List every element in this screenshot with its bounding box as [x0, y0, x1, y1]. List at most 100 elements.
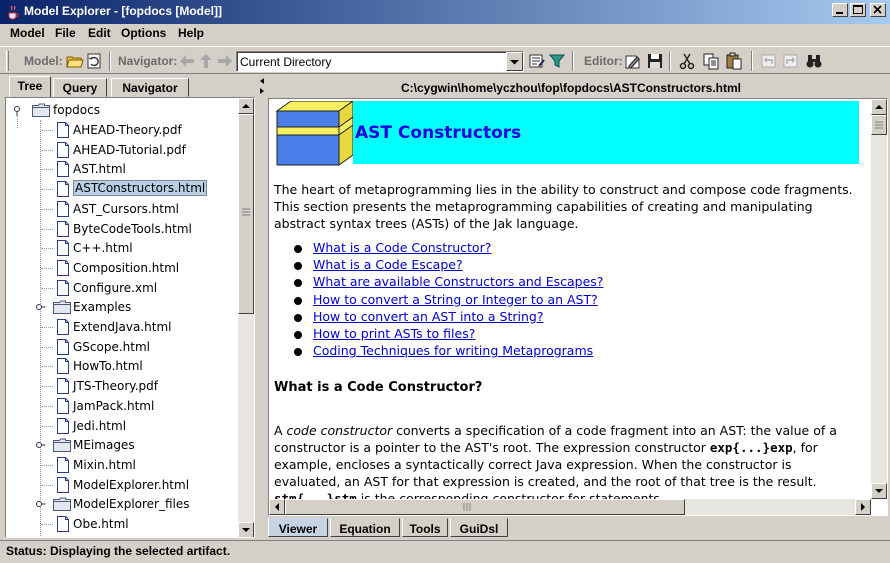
menu-options[interactable]: Options: [121, 26, 166, 40]
up-arrow-icon[interactable]: [197, 52, 215, 70]
tree-file-item[interactable]: Mixin.html: [6, 455, 236, 475]
tree-folder-item[interactable]: ModelExplorer_files: [6, 494, 236, 514]
collapsed-node-icon[interactable]: [34, 302, 46, 312]
scroll-down-button[interactable]: [238, 522, 254, 537]
save-icon[interactable]: [646, 52, 664, 70]
collapsed-node-icon[interactable]: [34, 440, 46, 450]
file-icon: [57, 141, 69, 158]
menu-edit[interactable]: Edit: [88, 26, 111, 40]
undo-icon[interactable]: [760, 52, 778, 70]
tree-file-item[interactable]: JTS-Theory.pdf: [6, 376, 236, 396]
tree-file-item[interactable]: AST_Cursors.html: [6, 199, 236, 219]
scroll-up-button[interactable]: [871, 99, 887, 115]
toolbar-grip[interactable]: [6, 51, 9, 71]
topic-link[interactable]: Coding Techniques for writing Metaprogra…: [313, 343, 593, 358]
bullet-icon: [294, 296, 302, 305]
open-folder-icon[interactable]: [66, 52, 84, 70]
menu-model[interactable]: Model: [10, 26, 45, 40]
tree-item-label: HowTo.html: [73, 359, 143, 374]
tree-folder-item[interactable]: MEimages: [6, 435, 236, 455]
tree-vertical-scrollbar[interactable]: [238, 98, 254, 537]
collapsed-node-icon[interactable]: [34, 499, 46, 509]
tree-file-item[interactable]: GScope.html: [6, 337, 236, 357]
tree-file-item[interactable]: Configure.xml: [6, 278, 236, 298]
list-edit-icon[interactable]: [528, 52, 546, 70]
tab-equation[interactable]: Equation: [330, 518, 400, 537]
tab-tree[interactable]: Tree: [9, 76, 51, 98]
file-icon: [57, 181, 69, 198]
toolbar: Model: Navigator: Current Directory Edit…: [0, 46, 890, 74]
refresh-model-icon[interactable]: [86, 52, 104, 70]
menu-file[interactable]: File: [55, 26, 76, 40]
cut-icon[interactable]: [678, 52, 696, 70]
scroll-left-button[interactable]: [269, 499, 285, 515]
tree-root-fopdocs[interactable]: fopdocs: [6, 100, 236, 120]
tree-file-item[interactable]: ByteCodeTools.html: [6, 219, 236, 239]
topic-link[interactable]: What are available Constructors and Esca…: [313, 274, 603, 289]
tree-file-item[interactable]: C++.html: [6, 238, 236, 258]
close-icon: [873, 5, 882, 14]
tab-viewer[interactable]: Viewer: [268, 518, 328, 537]
tree-file-item[interactable]: AHEAD-Theory.pdf: [6, 120, 236, 140]
section-heading: What is a Code Constructor?: [274, 380, 483, 395]
tree-file-item[interactable]: ASTConstructors.html: [6, 179, 236, 199]
file-icon: [57, 200, 69, 217]
tree-item-label: JamPack.html: [73, 398, 155, 413]
topic-link[interactable]: How to convert an AST into a String?: [313, 309, 543, 324]
tree-file-item[interactable]: ModelExplorer.html: [6, 475, 236, 495]
filter-icon[interactable]: [548, 52, 566, 70]
horizontal-scroll-thumb[interactable]: [285, 499, 685, 515]
topic-link[interactable]: How to convert a String or Integer to an…: [313, 292, 598, 307]
panel-splitter[interactable]: [258, 76, 266, 538]
minimize-button[interactable]: [832, 3, 848, 17]
folder-icon: [53, 438, 71, 453]
file-icon: [57, 279, 69, 296]
tree-connector: [41, 248, 53, 250]
copy-icon[interactable]: [702, 52, 720, 70]
html-viewer[interactable]: AST Constructors The heart of metaprogra…: [268, 98, 888, 516]
maximize-button[interactable]: [850, 3, 866, 17]
file-icon: [57, 240, 69, 257]
dropdown-arrow-button[interactable]: [506, 52, 523, 71]
window-title: Model Explorer - [fopdocs [Model]]: [24, 4, 222, 18]
tree-file-item[interactable]: Composition.html: [6, 258, 236, 278]
topic-link[interactable]: What is a Code Constructor?: [313, 240, 491, 255]
expanded-node-icon[interactable]: [12, 105, 24, 117]
folder-icon: [53, 497, 71, 512]
forward-arrow-icon[interactable]: [216, 52, 234, 70]
tree-file-item[interactable]: HowTo.html: [6, 356, 236, 376]
back-arrow-icon[interactable]: [178, 52, 196, 70]
tree-item-label: Mixin.html: [73, 457, 136, 472]
tree-file-item[interactable]: Jedi.html: [6, 416, 236, 436]
tree-file-item[interactable]: AHEAD-Tutorial.pdf: [6, 140, 236, 160]
tab-query[interactable]: Query: [53, 78, 107, 97]
model-label: Model:: [24, 54, 63, 68]
file-tree[interactable]: fopdocs AHEAD-Theory.pdf AHEAD-Tutorial.pd…: [5, 97, 255, 538]
paste-icon[interactable]: [725, 52, 743, 70]
navigator-dropdown[interactable]: Current Directory: [236, 51, 524, 72]
left-panel: Tree Query Navigator fopdocs AHEAD-Theory…: [5, 76, 258, 538]
viewer-horizontal-scrollbar[interactable]: [269, 499, 871, 515]
tree-folder-item[interactable]: Examples: [6, 297, 236, 317]
tree-file-item[interactable]: ExtendJava.html: [6, 317, 236, 337]
tab-navigator[interactable]: Navigator: [111, 78, 189, 97]
bullet-icon: [294, 313, 302, 322]
topic-link[interactable]: How to print ASTs to files?: [313, 326, 475, 341]
scroll-up-button[interactable]: [238, 98, 254, 114]
redo-icon[interactable]: [782, 52, 800, 70]
tree-file-item[interactable]: JamPack.html: [6, 396, 236, 416]
tree-file-item[interactable]: AST.html: [6, 159, 236, 179]
binoculars-find-icon[interactable]: [805, 52, 823, 70]
menu-help[interactable]: Help: [178, 26, 204, 40]
scroll-thumb[interactable]: [238, 114, 254, 314]
tab-tools[interactable]: Tools: [402, 518, 448, 537]
scroll-down-button[interactable]: [871, 483, 887, 499]
scroll-right-button[interactable]: [855, 499, 871, 515]
scroll-thumb[interactable]: [871, 115, 887, 135]
close-button[interactable]: [870, 3, 886, 17]
tree-file-item[interactable]: Obe.html: [6, 514, 236, 534]
viewer-vertical-scrollbar[interactable]: [871, 99, 887, 499]
edit-document-icon[interactable]: [624, 52, 642, 70]
tab-guidsl[interactable]: GuiDsl: [450, 518, 508, 537]
topic-link[interactable]: What is a Code Escape?: [313, 257, 463, 272]
